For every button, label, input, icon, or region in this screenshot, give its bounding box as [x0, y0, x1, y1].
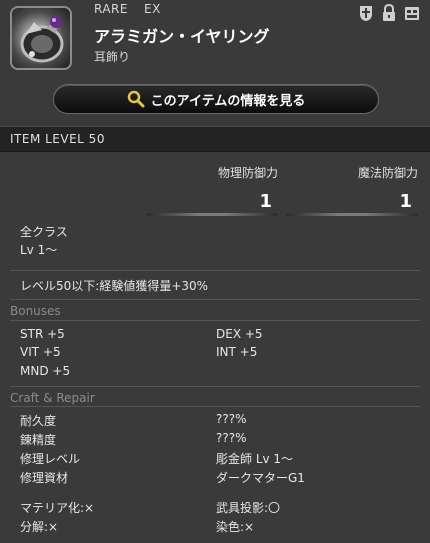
craft-value: ???% [216, 412, 247, 426]
physical-defense-stat: 物理防御力 1 [146, 164, 278, 216]
class-requirement: 全クラス [20, 225, 68, 239]
stat-value: 1 [399, 191, 412, 212]
view-item-info-label: このアイテムの情報を見る [150, 93, 306, 109]
craft-label: 耐久度 [20, 414, 57, 428]
craft-flag: 武具投影:〇 [216, 501, 281, 515]
magic-defense-stat: 魔法防御力 1 [286, 164, 418, 216]
craft-flag: 分解:× [20, 520, 59, 534]
craft-repair-heading: Craft & Repair [10, 391, 95, 405]
tooltip-header: RARE EX アラミガン・イヤリング 耳飾り このアイテムの情報を見る [0, 0, 430, 124]
craft-label: 修理レベル [20, 452, 81, 466]
rarity-tags: RARE EX [94, 2, 177, 16]
rarity-label: RARE [94, 2, 128, 16]
item-effect: レベル50以下:経験値獲得量+30% [20, 279, 209, 293]
stat-underline [146, 213, 278, 216]
magnifier-icon [127, 90, 145, 108]
bonus-item: DEX +5 [216, 327, 263, 341]
craft-label: 錬精度 [20, 433, 57, 447]
craft-label: 修理資材 [20, 471, 69, 485]
craft-value: 彫金師 Lv 1～ [216, 452, 294, 466]
craft-flag: マテリア化:× [20, 501, 95, 515]
bonus-item: STR +5 [20, 327, 65, 341]
item-level-bar: ITEM LEVEL 50 [0, 126, 430, 152]
craft-flag: 染色:× [216, 520, 255, 534]
stat-underline [286, 213, 418, 216]
inventory-box-icon [405, 7, 419, 20]
level-requirement: Lv 1～ [20, 243, 58, 257]
bonuses-heading: Bonuses [10, 304, 61, 318]
item-name: アラミガン・イヤリング [94, 27, 270, 46]
view-item-info-button[interactable]: このアイテムの情報を見る [53, 84, 379, 114]
stat-label: 物理防御力 [217, 166, 278, 180]
divider [10, 406, 420, 407]
bonus-item: VIT +5 [20, 345, 61, 359]
craft-value: ???% [216, 431, 247, 445]
stat-value: 1 [259, 191, 272, 212]
earring-icon [10, 6, 72, 70]
divider [10, 386, 420, 387]
bonus-item: INT +5 [216, 345, 258, 359]
lock-icon [383, 4, 395, 21]
ex-label: EX [143, 2, 161, 16]
bonus-item: MND +5 [20, 364, 71, 378]
top-icons [358, 4, 420, 22]
item-type: 耳飾り [94, 50, 131, 64]
divider [10, 299, 420, 300]
craft-value: ダークマターG1 [216, 471, 305, 485]
plus-cross-icon [360, 6, 372, 21]
divider [10, 270, 420, 271]
stat-label: 魔法防御力 [357, 166, 418, 180]
divider [10, 320, 420, 321]
